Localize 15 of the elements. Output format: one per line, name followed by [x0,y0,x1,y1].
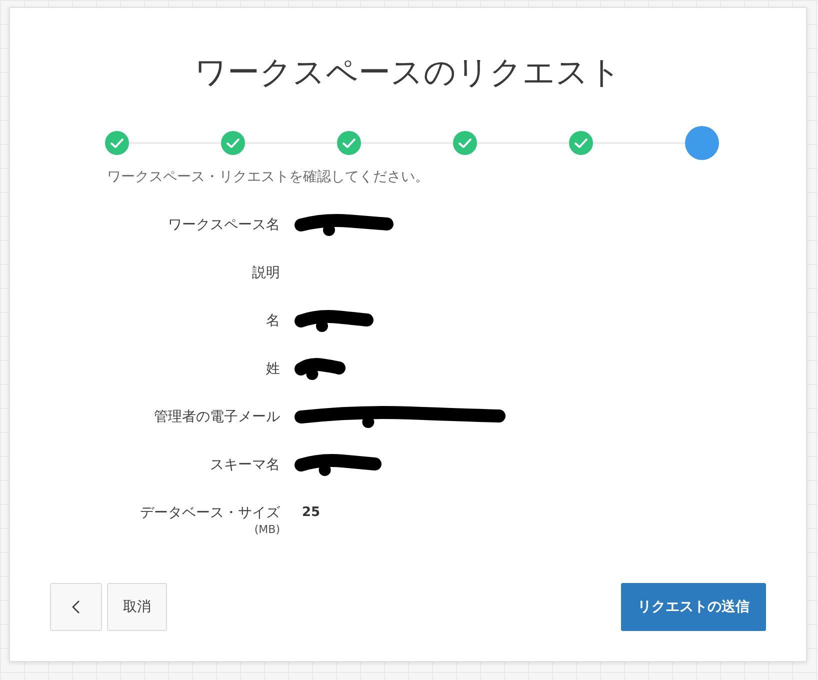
field-label: ワークスペース名 [168,216,280,235]
dialog-title: ワークスペースのリクエスト [194,52,622,92]
field-label: 説明 [252,264,280,283]
chevron-left-icon [72,600,80,614]
field-value: 25 [302,504,320,522]
submit-request-button[interactable]: リクエストの送信 [621,583,766,631]
field-label: 名 [266,312,280,331]
field-label: 姓 [266,360,280,379]
field-label: データベース・サイズ [140,504,280,523]
cancel-button[interactable]: 取消 [107,583,167,631]
field-label: 管理者の電子メール [154,408,280,427]
back-button[interactable] [50,583,102,631]
field-unit-label: (MB) [254,523,280,536]
instruction-text: ワークスペース・リクエストを確認してください。 [107,168,430,187]
field-label: スキーマ名 [210,456,280,475]
